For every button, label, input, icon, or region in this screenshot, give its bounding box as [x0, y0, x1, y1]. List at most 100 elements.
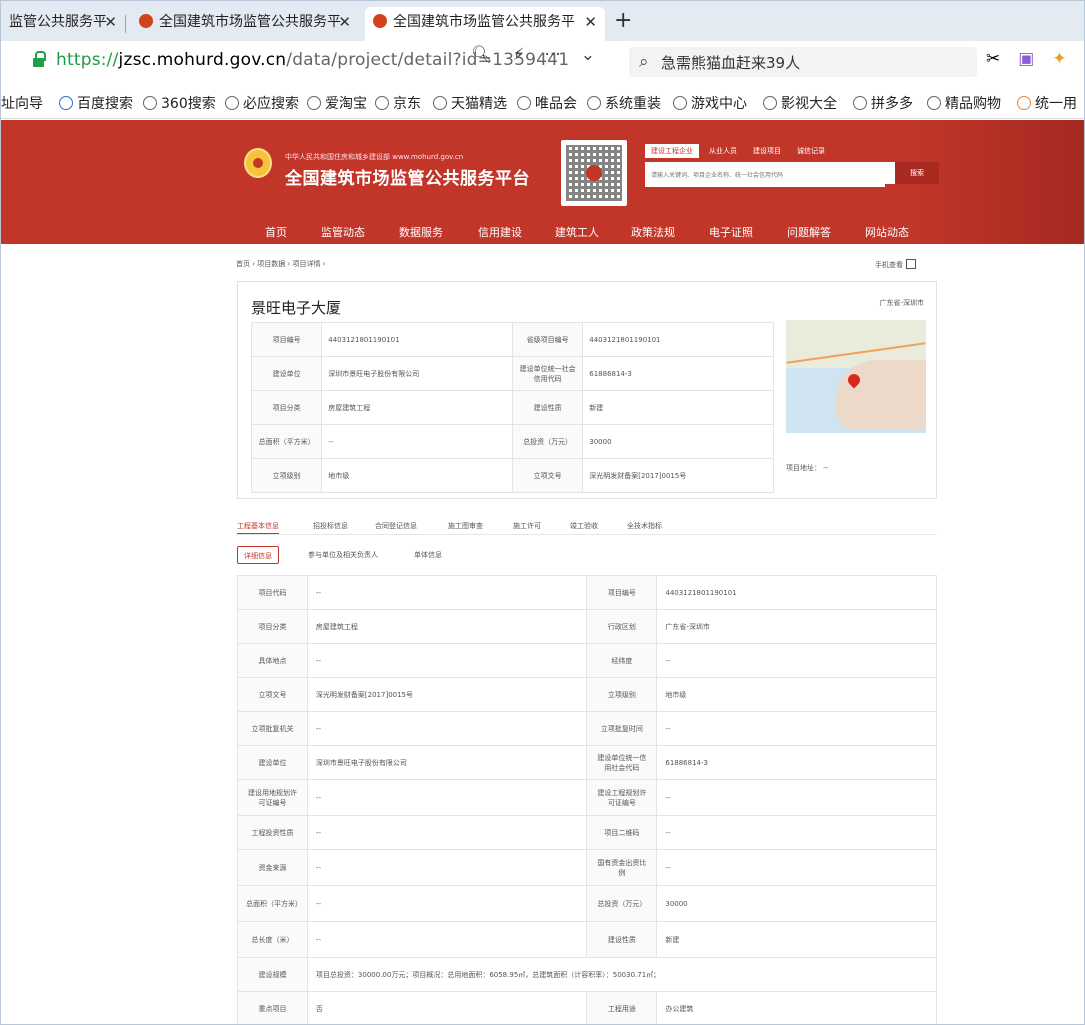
nav-item[interactable]: 问题解答	[787, 224, 831, 240]
browser-search-box[interactable]: ⌕	[629, 47, 977, 77]
field-value: --	[306, 885, 588, 922]
tab-title: 监管公共服务平	[9, 14, 107, 30]
field-label: 项目编号	[250, 322, 323, 357]
bookmark-label: 爱淘宝	[325, 96, 367, 112]
field-value: 房屋建筑工程	[321, 390, 513, 425]
site-search-button[interactable]: 搜索	[895, 162, 939, 184]
bookmark-item[interactable]: 系统重装	[587, 93, 661, 113]
qr-logo-icon	[586, 165, 602, 181]
location-map[interactable]	[786, 320, 926, 433]
tab-tech-index[interactable]: 全技术指标	[627, 521, 662, 531]
bookmark-item[interactable]: 精品购物	[927, 93, 1001, 113]
site-search-input[interactable]	[645, 164, 885, 187]
summary-row: 总面积（平方米） -- 总投资（万元） 30000	[250, 424, 774, 459]
detail-row-scale: 建设规模 项目总投资：30000.00万元；项目概况：总用地面积：6058.95㎡…	[237, 957, 938, 992]
site-search-box	[645, 162, 895, 187]
browser-tab-active[interactable]: 全国建筑市场监管公共服务平 ✕	[365, 7, 605, 41]
bookmark-item[interactable]: 拼多多	[853, 93, 913, 113]
field-value: 61886814-3	[656, 745, 937, 780]
bookmark-label: 唯品会	[535, 96, 577, 112]
field-value: --	[656, 849, 937, 886]
detail-row: 总长度（米） -- 建设性质 新建	[237, 921, 937, 958]
field-value: 4403121801190101	[582, 322, 774, 357]
close-icon[interactable]: ✕	[104, 7, 117, 37]
bookmark-item[interactable]: 址向导	[1, 93, 43, 113]
search-tab[interactable]: 建设工程企业	[645, 144, 699, 158]
site-title: 全国建筑市场监管公共服务平台	[285, 169, 530, 189]
subtab-units[interactable]: 单体信息	[414, 546, 442, 564]
mobile-view-link[interactable]: 手机查看	[875, 259, 916, 270]
nav-item[interactable]: 监管动态	[321, 224, 365, 240]
field-label: 立项文号	[511, 458, 584, 493]
browser-tab-1[interactable]: 监管公共服务平 ✕	[1, 7, 125, 41]
bookmark-app-icon[interactable]: ▣	[1018, 49, 1034, 69]
search-tab[interactable]: 从业人员	[703, 144, 743, 158]
field-label: 总长度（米）	[237, 921, 308, 958]
bookmark-item[interactable]: 游戏中心	[673, 93, 747, 113]
nav-item[interactable]: 电子证照	[709, 224, 753, 240]
nav-item[interactable]: 政策法规	[631, 224, 675, 240]
tab-acceptance[interactable]: 竣工验收	[570, 521, 598, 531]
field-value: --	[656, 643, 937, 678]
zoom-icon[interactable]: 🔍︎	[471, 45, 493, 65]
nav-item[interactable]: 首页	[265, 224, 287, 240]
bookmark-item[interactable]: 百度搜索	[59, 93, 133, 113]
globe-icon	[143, 96, 157, 110]
tab-basic-info[interactable]: 工程基本信息	[237, 521, 279, 534]
bookmark-item[interactable]: 爱淘宝	[307, 93, 367, 113]
nav-item[interactable]: 网站动态	[865, 224, 909, 240]
bookmark-label: 精品购物	[945, 96, 1001, 112]
detail-row: 总面积（平方米） -- 总投资（万元） 30000	[237, 885, 937, 922]
field-label: 总面积（平方米）	[250, 424, 323, 459]
browser-search-input[interactable]	[661, 50, 961, 74]
baidu-paw-icon	[59, 96, 73, 110]
field-label: 建设工程规划许可证编号	[586, 779, 658, 816]
extension-icon[interactable]: ✦	[1052, 49, 1066, 69]
bookmark-item[interactable]: 360搜索	[143, 93, 216, 113]
lightning-icon[interactable]: ⚡︎	[513, 45, 525, 65]
tab-permit[interactable]: 施工许可	[513, 521, 541, 531]
toolbar-right: ✂ ▣ ✦	[986, 49, 1084, 69]
close-icon[interactable]: ✕	[338, 7, 351, 37]
nav-item[interactable]: 信用建设	[478, 224, 522, 240]
tab-bidding[interactable]: 招投标信息	[313, 521, 348, 531]
bookmark-item[interactable]: 京东	[375, 93, 421, 113]
field-value: 地市级	[321, 458, 513, 493]
bookmark-label: 京东	[393, 96, 421, 112]
search-tab[interactable]: 建设项目	[747, 144, 787, 158]
nav-item[interactable]: 数据服务	[399, 224, 443, 240]
field-label: 具体地点	[237, 643, 308, 678]
nav-item[interactable]: 建筑工人	[555, 224, 599, 240]
close-icon[interactable]: ✕	[584, 7, 597, 37]
search-icon: ⌕	[639, 52, 649, 72]
detail-row: 工程投资性质 -- 项目二维码 --	[237, 815, 937, 850]
bookmark-label: 百度搜索	[77, 96, 133, 112]
field-value: 深圳市景旺电子股份有限公司	[321, 356, 513, 391]
tab-drawing-review[interactable]: 施工图审查	[448, 521, 483, 531]
field-value: --	[306, 779, 588, 816]
scissors-icon[interactable]: ✂	[986, 49, 1000, 69]
globe-icon	[927, 96, 941, 110]
field-label: 行政区划	[586, 609, 658, 644]
bookmark-item[interactable]: 唯品会	[517, 93, 577, 113]
chevron-down-icon[interactable]: ⌄	[581, 45, 595, 65]
subtab-details[interactable]: 详细信息	[237, 546, 279, 564]
bookmark-item[interactable]: 统一用	[1017, 93, 1077, 113]
new-tab-button[interactable]: +	[614, 7, 632, 35]
subtab-participants[interactable]: 参与单位及相关负责人	[308, 546, 378, 564]
field-label: 建设规模	[237, 957, 308, 992]
search-tab[interactable]: 诚信记录	[791, 144, 831, 158]
breadcrumb[interactable]: 首页 › 项目数据 › 项目详情 ›	[236, 259, 326, 269]
more-icon[interactable]: ···	[545, 45, 561, 65]
field-label: 立项批复时间	[586, 711, 658, 746]
browser-tab-2[interactable]: 全国建筑市场监管公共服务平 ✕	[131, 7, 359, 41]
detail-row: 立项批复机关 -- 立项批复时间 --	[237, 711, 937, 746]
bookmark-item[interactable]: 天猫精选	[433, 93, 507, 113]
field-label: 资金来源	[237, 849, 308, 886]
bookmark-item[interactable]: 必应搜索	[225, 93, 299, 113]
field-value: --	[306, 921, 588, 958]
tab-contract[interactable]: 合同登记信息	[375, 521, 417, 531]
bookmark-item[interactable]: 影视大全	[763, 93, 837, 113]
globe-icon	[673, 96, 687, 110]
globe-icon	[763, 96, 777, 110]
